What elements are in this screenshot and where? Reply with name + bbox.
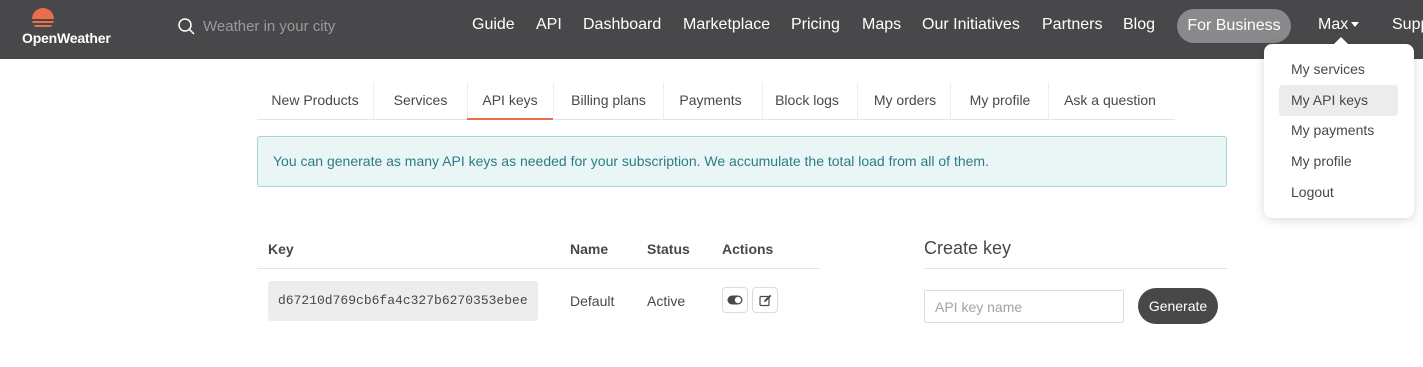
create-key-divider: [924, 268, 1227, 269]
search-icon[interactable]: [178, 17, 195, 35]
nav-marketplace[interactable]: Marketplace: [683, 16, 770, 34]
nav-dashboard[interactable]: Dashboard: [583, 16, 661, 34]
tab-my-orders[interactable]: My orders: [858, 82, 952, 120]
tab-my-profile[interactable]: My profile: [951, 82, 1049, 120]
tab-ask-a-question[interactable]: Ask a question: [1049, 82, 1171, 120]
create-key-title: Create key: [924, 238, 1012, 258]
column-header-name: Name: [570, 241, 609, 257]
sun-logo-icon: [28, 8, 58, 30]
chevron-down-icon: [1351, 22, 1360, 27]
info-alert: You can generate as many API keys as nee…: [257, 136, 1227, 187]
toggle-icon: [727, 295, 743, 305]
menu-item-my-profile[interactable]: My profile: [1279, 146, 1398, 177]
nav-guide[interactable]: Guide: [472, 16, 515, 34]
tab-new-products[interactable]: New Products: [257, 82, 373, 120]
nav-api[interactable]: API: [536, 16, 562, 34]
api-key-status: Active: [647, 293, 686, 309]
table-header-divider: [257, 268, 820, 269]
menu-item-my-services[interactable]: My services: [1279, 54, 1398, 85]
nav-partners[interactable]: Partners: [1042, 16, 1102, 34]
user-menu-toggle[interactable]: Max: [1318, 16, 1360, 34]
nav-our-initiatives[interactable]: Our Initiatives: [922, 16, 1020, 34]
toggle-key-button[interactable]: [722, 287, 748, 313]
column-header-status: Status: [647, 241, 690, 257]
nav-blog[interactable]: Blog: [1123, 16, 1155, 34]
account-tabs: New Products Services API keys Billing p…: [257, 82, 1175, 120]
edit-key-button[interactable]: [752, 287, 778, 313]
tab-payments[interactable]: Payments: [664, 82, 757, 120]
menu-item-my-api-keys[interactable]: My API keys: [1279, 85, 1398, 116]
api-key-name: Default: [570, 293, 615, 309]
nav-maps[interactable]: Maps: [862, 16, 901, 34]
menu-item-logout[interactable]: Logout: [1279, 177, 1398, 208]
tab-block-logs[interactable]: Block logs: [763, 82, 851, 120]
api-key-value[interactable]: d67210d769cb6fa4c327b6270353ebee: [268, 281, 538, 321]
nav-support[interactable]: Supp: [1392, 16, 1423, 34]
edit-icon: [758, 294, 771, 306]
nav-pricing[interactable]: Pricing: [791, 16, 840, 34]
tab-api-keys[interactable]: API keys: [467, 82, 553, 120]
city-search: [178, 16, 383, 36]
tab-billing-plans[interactable]: Billing plans: [554, 82, 663, 120]
top-navbar: OpenWeather Guide API Dashboard Marketpl…: [0, 0, 1423, 59]
column-header-key: Key: [268, 241, 294, 257]
tab-services[interactable]: Services: [374, 82, 467, 120]
user-name: Max: [1318, 16, 1349, 33]
menu-item-my-payments[interactable]: My payments: [1279, 115, 1398, 146]
api-key-name-input[interactable]: [924, 290, 1124, 323]
generate-button[interactable]: Generate: [1138, 288, 1218, 324]
user-dropdown-menu: My services My API keys My payments My p…: [1264, 37, 1414, 218]
for-business-button[interactable]: For Business: [1177, 9, 1291, 43]
column-header-actions: Actions: [722, 241, 774, 257]
search-input[interactable]: [203, 17, 383, 35]
openweather-logo[interactable]: OpenWeather: [22, 6, 122, 50]
info-alert-text: You can generate as many API keys as nee…: [273, 153, 989, 169]
logo-text: OpenWeather: [22, 30, 111, 46]
